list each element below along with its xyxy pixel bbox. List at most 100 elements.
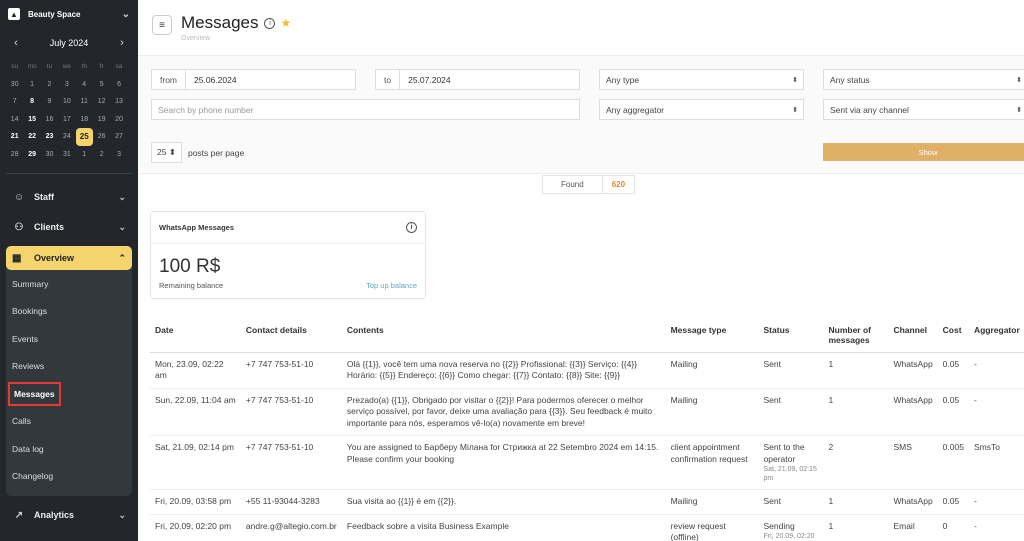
calendar-day[interactable]: 18 (76, 111, 93, 129)
calendar-day[interactable]: 7 (6, 93, 23, 111)
cell-contents: You are assigned to Барберу Мілана for С… (341, 435, 666, 490)
cell-cost-text: 0.05 (942, 358, 960, 369)
calendar-day[interactable]: 8 (23, 93, 40, 111)
sidebar-item-label: Clients (34, 222, 65, 232)
date-to-field[interactable]: to 25.07.2024 (375, 69, 580, 90)
calendar-day[interactable]: 14 (6, 111, 23, 129)
calendar-day[interactable]: 17 (58, 111, 75, 129)
sidebar-item-clients[interactable]: ⚇ Clients ⌄ (0, 212, 138, 242)
table-row[interactable]: Fri, 20.09, 02:20 pm andre.g@altegio.com.… (150, 514, 1024, 541)
col-header-contents[interactable]: Contents (341, 320, 666, 353)
sidebar-item-overview[interactable]: ▦ Overview ⌃ (6, 246, 132, 270)
next-month-icon[interactable]: › (116, 37, 128, 49)
sidebar: ▲ Beauty Space ⌄ ‹ July 2024 › su mo tu we t… (0, 0, 138, 541)
sidebar-subitem-calls[interactable]: Calls (6, 408, 132, 436)
calendar-day[interactable]: 19 (93, 111, 110, 129)
calendar-day[interactable]: 1 (23, 76, 40, 94)
calendar-day[interactable]: 30 (6, 76, 23, 94)
top-up-link[interactable]: Top up balance (366, 281, 417, 290)
date-from-field[interactable]: from 25.06.2024 (151, 69, 356, 90)
calendar-day[interactable]: 4 (76, 76, 93, 94)
cell-channel-text: SMS (893, 442, 912, 452)
calendar-day[interactable]: 5 (93, 76, 110, 94)
sidebar-subitem-events[interactable]: Events (6, 325, 132, 353)
info-icon[interactable]: i (264, 17, 276, 29)
sidebar-subitem-reviews[interactable]: Reviews (6, 353, 132, 381)
cell-date: Sat, 21.09, 02:14 pm (150, 435, 241, 490)
calendar-day[interactable]: 6 (110, 76, 127, 94)
col-header-status[interactable]: Status (758, 320, 824, 353)
info-icon[interactable]: i (406, 222, 417, 233)
per-page-value: 25 (157, 147, 167, 157)
cell-contents: Prezado(a) {{1}}, Obrigado por visitar o… (341, 388, 666, 436)
cell-contact: +55 11-93044-3283 (240, 489, 342, 515)
cell-status: Sent (758, 352, 824, 389)
status-select[interactable]: Any status ⬍ (823, 69, 1024, 90)
sidebar-item-staff[interactable]: ☺ Staff ⌄ (0, 182, 138, 212)
cell-contents-text: Sua visita ao {{1}} é em {{2}}. (346, 496, 457, 506)
calendar-day[interactable]: 26 (93, 128, 110, 146)
calendar-day[interactable]: 16 (41, 111, 58, 129)
calendar-day[interactable]: 12 (93, 93, 110, 111)
phone-search-input[interactable]: Search by phone number (151, 99, 580, 120)
prev-month-icon[interactable]: ‹ (10, 37, 22, 49)
calendar-day[interactable]: 31 (58, 146, 75, 164)
calendar-day[interactable]: 22 (23, 128, 40, 146)
channel-select[interactable]: Sent via any channel ⬍ (823, 99, 1024, 120)
col-header-aggregator[interactable]: Aggregator (968, 320, 1024, 353)
chevron-down-icon: ⌄ (118, 509, 126, 520)
calendar-day[interactable]: 9 (41, 93, 58, 111)
aggregator-select[interactable]: Any aggregator ⬍ (599, 99, 804, 120)
cell-contact: +7 747 753-51-10 (240, 352, 342, 389)
channel-select-value: Sent via any channel (830, 104, 909, 115)
col-header-date[interactable]: Date (150, 320, 241, 353)
sidebar-subitem-changelog[interactable]: Changelog (6, 463, 132, 491)
calendar-day[interactable]: 3 (110, 146, 127, 164)
calendar-day[interactable]: 10 (58, 93, 75, 111)
table-row[interactable]: Mon, 23.09, 02:22 am +7 747 753-51-10 Olá … (150, 352, 1024, 389)
cell-channel-text: WhatsApp (893, 358, 933, 369)
sidebar-subitem-messages[interactable]: Messages (6, 380, 132, 408)
calendar-day[interactable]: 11 (76, 93, 93, 111)
calendar-day[interactable]: 3 (58, 76, 75, 94)
table-row[interactable]: Sat, 21.09, 02:14 pm +7 747 753-51-10 You … (150, 435, 1024, 490)
calendar-day[interactable]: 1 (76, 146, 93, 164)
calendar-day[interactable]: 24 (58, 128, 75, 146)
show-button[interactable]: Show (823, 143, 1024, 161)
sidebar-item-analytics[interactable]: ↗ Analytics ⌄ (0, 500, 138, 530)
calendar-day-today[interactable]: 25 (75, 128, 93, 146)
calendar-day[interactable]: 2 (41, 76, 58, 94)
calendar-day[interactable]: 13 (110, 93, 127, 111)
table-row[interactable]: Fri, 20.09, 03:58 pm +55 11-93044-3283 Sua… (150, 489, 1024, 515)
table-row[interactable]: Sun, 22.09, 11:04 am +7 747 753-51-10 Prez… (150, 388, 1024, 436)
calendar-day[interactable]: 15 (23, 111, 40, 129)
col-header-type[interactable]: Message type (665, 320, 759, 353)
per-page-select[interactable]: 25 ⬍ (151, 142, 182, 163)
cell-aggregator: - (968, 489, 1024, 515)
calendar-day[interactable]: 21 (6, 128, 23, 146)
calendar-day[interactable]: 27 (110, 128, 127, 146)
star-icon[interactable]: ★ (280, 16, 291, 30)
cell-cost: 0 (937, 514, 969, 541)
sidebar-subitem-summary[interactable]: Summary (6, 270, 132, 298)
col-header-contact[interactable]: Contact details (240, 320, 342, 353)
menu-toggle-button[interactable]: ≡ (152, 15, 172, 35)
col-header-cost[interactable]: Cost (937, 320, 969, 353)
col-header-count[interactable]: Number of messages (823, 320, 889, 353)
company-switcher[interactable]: ▲ Beauty Space ⌄ (0, 0, 138, 28)
cell-channel: WhatsApp (888, 352, 938, 389)
calendar-day[interactable]: 28 (6, 146, 23, 164)
calendar-day[interactable]: 30 (41, 146, 58, 164)
sidebar-subitem-data-log[interactable]: Data log (6, 435, 132, 463)
calendar-day[interactable]: 29 (23, 146, 40, 164)
calendar-day[interactable]: 23 (41, 128, 58, 146)
breadcrumb[interactable]: Overview (181, 35, 291, 42)
calendar-day[interactable]: 2 (93, 146, 110, 164)
type-select[interactable]: Any type ⬍ (599, 69, 804, 90)
chevron-down-icon: ⌄ (118, 191, 126, 202)
calendar-day[interactable]: 20 (110, 111, 127, 129)
col-header-channel[interactable]: Channel (888, 320, 938, 353)
sidebar-item-label: Staff (34, 192, 54, 202)
cell-aggregator-text: - (973, 394, 977, 405)
sidebar-subitem-bookings[interactable]: Bookings (6, 298, 132, 326)
